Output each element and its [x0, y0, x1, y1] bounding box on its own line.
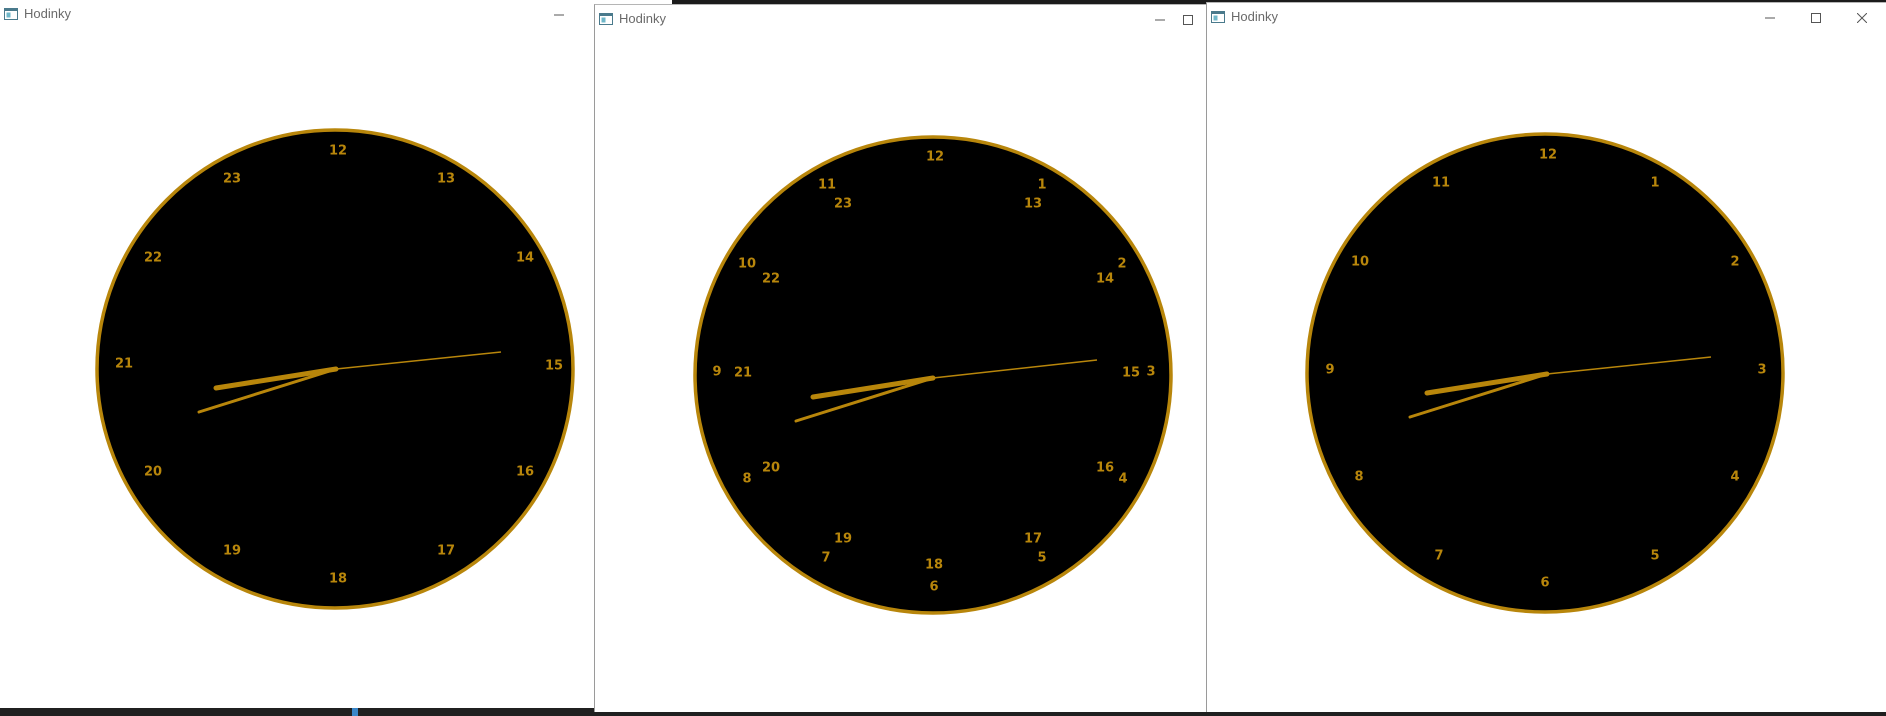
- maximize-button[interactable]: [1183, 5, 1207, 35]
- minimize-icon: [1155, 19, 1165, 21]
- numeral-20: 20: [762, 461, 780, 476]
- analog-clock: 12 13 14 15 16 17 18 19 20 21 22 23: [95, 128, 575, 610]
- numeral-17: 17: [437, 544, 455, 559]
- title-bar[interactable]: Hodinky: [0, 0, 594, 30]
- numeral-12: 12: [329, 144, 347, 159]
- numeral-9: 9: [712, 365, 721, 380]
- numeral-8: 8: [1354, 470, 1363, 485]
- title-bar[interactable]: Hodinky: [595, 5, 1207, 35]
- numeral-16: 16: [516, 465, 534, 480]
- window-title: Hodinky: [24, 6, 71, 21]
- clock-window-24h: Hodinky 12 13 14 15 16 17 18 19 20 21 22…: [0, 0, 594, 708]
- numeral-3: 3: [1757, 363, 1766, 378]
- minimize-icon: [1765, 17, 1775, 19]
- numeral-19: 19: [223, 544, 241, 559]
- numeral-6: 6: [929, 580, 938, 595]
- numeral-12: 12: [1539, 148, 1557, 163]
- numeral-19: 19: [834, 532, 852, 547]
- numeral-7: 7: [1434, 549, 1443, 564]
- numeral-17: 17: [1024, 532, 1042, 547]
- numeral-10: 10: [738, 257, 756, 272]
- numeral-5: 5: [1650, 549, 1659, 564]
- maximize-button[interactable]: [1793, 3, 1839, 33]
- numeral-21: 21: [734, 366, 752, 381]
- clock-window-dual: Hodinky 12 1 2 3 4 5 6 7 8 9 10 11 13 14…: [594, 4, 1208, 712]
- numeral-1: 1: [1037, 178, 1046, 193]
- numeral-16: 16: [1096, 461, 1114, 476]
- numeral-5: 5: [1037, 551, 1046, 566]
- numeral-4: 4: [1118, 472, 1127, 487]
- analog-clock: 12 1 2 3 4 5 6 7 8 9 10 11 13 14 15 16 1…: [693, 135, 1173, 615]
- minimize-button[interactable]: [1747, 3, 1793, 33]
- numeral-15: 15: [1122, 366, 1140, 381]
- window-title: Hodinky: [1231, 9, 1278, 24]
- numeral-3: 3: [1146, 365, 1155, 380]
- numeral-21: 21: [115, 357, 133, 372]
- numeral-15: 15: [545, 359, 563, 374]
- numeral-2: 2: [1730, 255, 1739, 270]
- app-window-icon: [1211, 11, 1225, 23]
- clock-window-12h: Hodinky 12 1 2 3 4 5 6 7 8 9 10 11: [1206, 2, 1886, 712]
- numeral-9: 9: [1325, 363, 1334, 378]
- close-icon: [1857, 13, 1867, 23]
- numeral-11: 11: [1432, 176, 1450, 191]
- numeral-20: 20: [144, 465, 162, 480]
- numeral-1: 1: [1650, 176, 1659, 191]
- numeral-18: 18: [329, 572, 347, 587]
- analog-clock: 12 1 2 3 4 5 6 7 8 9 10 11: [1305, 132, 1785, 614]
- title-bar[interactable]: Hodinky: [1207, 3, 1886, 33]
- minimize-button[interactable]: [1137, 5, 1183, 35]
- minimize-icon: [554, 14, 564, 16]
- numeral-13: 13: [437, 172, 455, 187]
- numeral-7: 7: [821, 551, 830, 566]
- minimize-button[interactable]: [536, 0, 582, 30]
- numeral-8: 8: [742, 472, 751, 487]
- close-button[interactable]: [1839, 3, 1885, 33]
- maximize-icon: [1183, 15, 1193, 25]
- numeral-4: 4: [1730, 470, 1739, 485]
- maximize-icon: [1811, 13, 1821, 23]
- numeral-22: 22: [762, 272, 780, 287]
- numeral-13: 13: [1024, 197, 1042, 212]
- numeral-11: 11: [818, 178, 836, 193]
- app-window-icon: [4, 8, 18, 20]
- numeral-23: 23: [834, 197, 852, 212]
- numeral-6: 6: [1540, 576, 1549, 591]
- numeral-10: 10: [1351, 255, 1369, 270]
- clock-face: [693, 135, 1173, 615]
- numeral-2: 2: [1117, 257, 1126, 272]
- numeral-12: 12: [926, 150, 944, 165]
- numeral-23: 23: [223, 172, 241, 187]
- numeral-18: 18: [925, 558, 943, 573]
- numeral-14: 14: [516, 251, 534, 266]
- numeral-22: 22: [144, 251, 162, 266]
- window-title: Hodinky: [619, 11, 666, 26]
- app-window-icon: [599, 13, 613, 25]
- numeral-14: 14: [1096, 272, 1114, 287]
